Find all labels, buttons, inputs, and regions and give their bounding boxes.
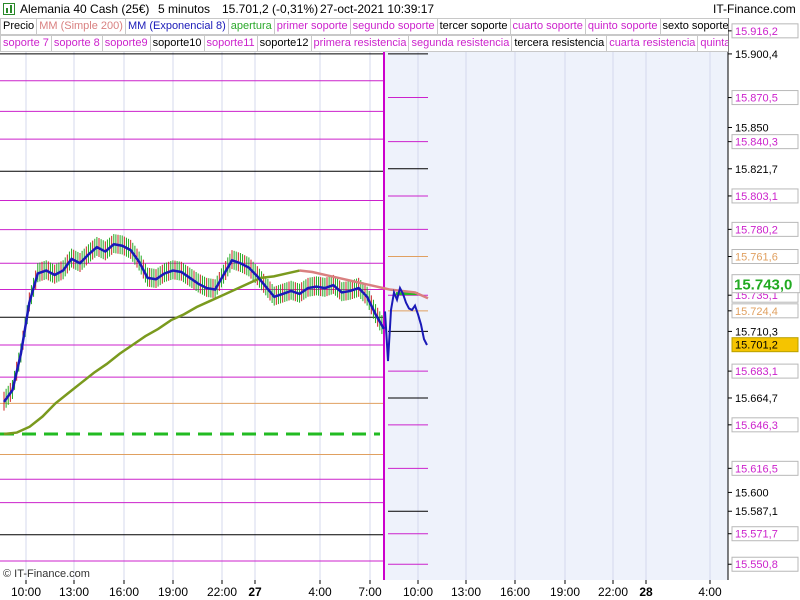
- x-tick-label: 16:00: [109, 585, 139, 599]
- legend-item[interactable]: soporte10: [149, 35, 205, 52]
- x-tick-label: 13:00: [59, 585, 89, 599]
- legend-item[interactable]: tercer soporte: [436, 18, 511, 35]
- legend-item[interactable]: quinto soporte: [584, 18, 661, 35]
- x-tick-label: 19:00: [158, 585, 188, 599]
- today-area: [385, 18, 728, 580]
- legend-item[interactable]: apertura: [227, 18, 275, 35]
- copyright: © IT-Finance.com: [3, 568, 90, 580]
- y-tick-label: 15.850: [735, 122, 769, 134]
- legend-item[interactable]: soporte11: [203, 35, 258, 52]
- legend-item[interactable]: MM (Exponencial 8): [124, 18, 229, 35]
- x-tick-label: 4:00: [308, 585, 332, 599]
- y-tick-label: 15.587,1: [735, 506, 778, 518]
- legend-item[interactable]: cuarta resistencia: [606, 35, 699, 52]
- x-tick-label: 16:00: [500, 585, 530, 599]
- y-tick-label: 15.616,5: [735, 463, 778, 475]
- legend-item[interactable]: segundo soporte: [349, 18, 438, 35]
- legend-item[interactable]: quinta resistencia: [697, 35, 728, 52]
- legend-item[interactable]: soporte 7: [0, 35, 52, 52]
- legend-item[interactable]: soporte9: [101, 35, 151, 52]
- legend-item[interactable]: soporte12: [256, 35, 312, 52]
- x-tick-label: 10:00: [403, 585, 433, 599]
- x-tick-label: 22:00: [598, 585, 628, 599]
- y-tick-label: 15.646,3: [735, 420, 778, 432]
- legend-item[interactable]: cuarto soporte: [509, 18, 586, 35]
- y-tick-label: 15.683,1: [735, 366, 778, 378]
- legend-item[interactable]: tercera resistencia: [511, 35, 608, 52]
- y-tick-label: 15.780,2: [735, 224, 778, 236]
- legend-row-2: soporte 7 soporte 8 soporte9 soporte10 sopor…: [0, 35, 728, 52]
- opening-label: 15.743,0: [734, 277, 792, 294]
- y-tick-label: 15.900,4: [735, 49, 778, 61]
- x-tick-label: 19:00: [550, 585, 580, 599]
- y-tick-label: 15.840,3: [735, 137, 778, 149]
- legend-item[interactable]: primer soporte: [273, 18, 351, 35]
- chart-grid: [0, 18, 728, 580]
- legend-item[interactable]: Precio: [0, 18, 38, 35]
- y-tick-label: 15.803,1: [735, 191, 778, 203]
- y-tick-label: 15.600: [735, 487, 769, 499]
- x-tick-label: 27: [248, 585, 262, 599]
- y-tick-label: 15.761,6: [735, 252, 778, 264]
- x-tick-label: 10:00: [11, 585, 41, 599]
- legend-item[interactable]: segunda resistencia: [408, 35, 513, 52]
- y-tick-label: 15.916,2: [735, 26, 778, 38]
- legend-item[interactable]: sexto soporte: [659, 18, 728, 35]
- y-tick-label: 15.821,7: [735, 164, 778, 176]
- y-tick-label: 15.664,7: [735, 393, 778, 405]
- legend-item[interactable]: primera resistencia: [310, 35, 410, 52]
- x-tick-label: 28: [639, 585, 653, 599]
- current-price-label: 15.701,2: [735, 340, 778, 352]
- x-tick-label: 13:00: [451, 585, 481, 599]
- y-tick-label: 15.710,3: [735, 326, 778, 338]
- y-tick-label: 15.571,7: [735, 529, 778, 541]
- x-tick-label: 7:00: [358, 585, 382, 599]
- y-tick-label: 15.870,5: [735, 93, 778, 105]
- x-tick-label: 4:00: [698, 585, 722, 599]
- y-tick-label: 15.724,4: [735, 306, 778, 318]
- legend-item[interactable]: MM (Simple 200): [36, 18, 126, 35]
- price-chart[interactable]: 10:00 13:00 16:00 19:00 22:00 27 4:00 7:00 10:00…: [0, 0, 800, 600]
- y-tick-label: 15.550,8: [735, 559, 778, 571]
- x-tick-label: 22:00: [207, 585, 237, 599]
- legend-item[interactable]: soporte 8: [50, 35, 103, 52]
- legend-row-1: Precio MM (Simple 200) MM (Exponencial 8) a…: [0, 18, 728, 35]
